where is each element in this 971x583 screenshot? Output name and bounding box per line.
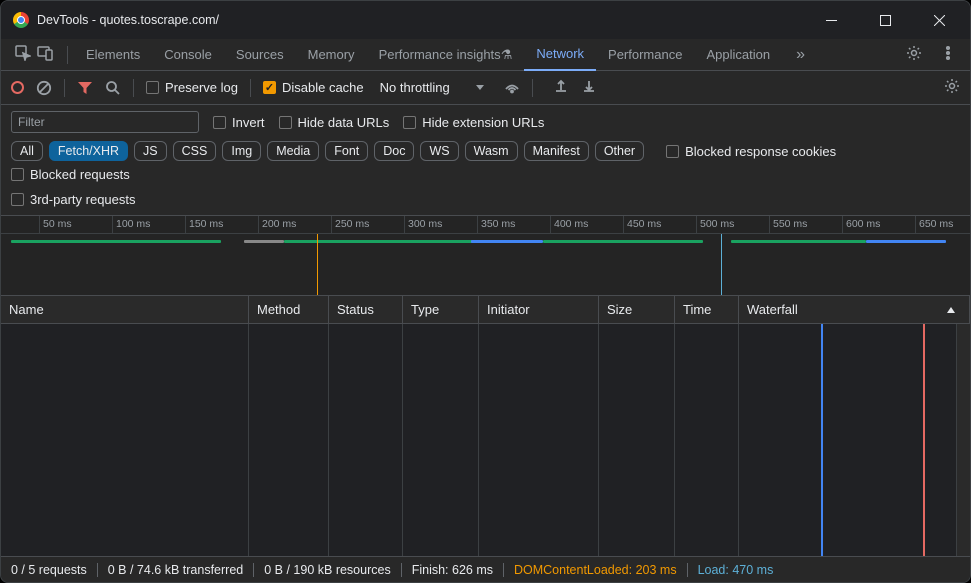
throttling-select[interactable]: No throttling [376, 80, 484, 95]
download-har-icon[interactable] [581, 78, 597, 97]
disable-cache-checkbox[interactable]: Disable cache [263, 80, 364, 95]
column-header-type[interactable]: Type [403, 296, 479, 323]
preserve-log-label: Preserve log [165, 80, 238, 95]
waterfall-load-line [923, 324, 925, 556]
column-header-name[interactable]: Name [1, 296, 249, 323]
timeline-tick: 400 ms [554, 218, 588, 230]
filter-pill-other[interactable]: Other [595, 141, 644, 161]
status-requests: 0 / 5 requests [11, 563, 87, 577]
window-title: DevTools - quotes.toscrape.com/ [37, 13, 800, 27]
requests-grid[interactable] [1, 324, 970, 556]
filter-pill-manifest[interactable]: Manifest [524, 141, 589, 161]
filter-pill-img[interactable]: Img [222, 141, 261, 161]
tab-sources[interactable]: Sources [224, 39, 296, 71]
status-finish: Finish: 626 ms [412, 563, 493, 577]
timeline-tick: 500 ms [700, 218, 734, 230]
dcl-marker [317, 234, 318, 296]
tab-memory[interactable]: Memory [296, 39, 367, 71]
tab-performance[interactable]: Performance [596, 39, 694, 71]
column-header-method[interactable]: Method [249, 296, 329, 323]
network-settings-button[interactable] [944, 78, 960, 97]
tab-network[interactable]: Network [524, 39, 596, 71]
column-header-time[interactable]: Time [675, 296, 739, 323]
tab-application[interactable]: Application [694, 39, 782, 71]
hide-extension-urls-checkbox[interactable]: Hide extension URLs [403, 115, 544, 130]
timeline-tick: 50 ms [43, 218, 72, 230]
filter-bar: Invert Hide data URLs Hide extension URL… [1, 105, 970, 216]
throttling-value: No throttling [380, 80, 450, 95]
kebab-menu-button[interactable] [932, 45, 964, 64]
timeline-tick: 550 ms [773, 218, 807, 230]
tab-elements[interactable]: Elements [74, 39, 152, 71]
column-header-size[interactable]: Size [599, 296, 675, 323]
minimize-button[interactable] [808, 5, 854, 35]
filter-pill-doc[interactable]: Doc [374, 141, 414, 161]
blocked-cookies-checkbox[interactable]: Blocked response cookies [666, 144, 836, 159]
filter-toggle-icon[interactable] [77, 80, 93, 96]
timeline-tick: 450 ms [627, 218, 661, 230]
status-transferred: 0 B / 74.6 kB transferred [108, 563, 244, 577]
filter-pill-media[interactable]: Media [267, 141, 319, 161]
column-header-status[interactable]: Status [329, 296, 403, 323]
disable-cache-label: Disable cache [282, 80, 364, 95]
column-header-waterfall[interactable]: Waterfall [739, 296, 970, 323]
more-tabs-button[interactable]: » [788, 46, 813, 64]
network-toolbar: Preserve log Disable cache No throttling [1, 71, 970, 105]
timeline-tick: 650 ms [919, 218, 953, 230]
clear-button[interactable] [36, 80, 52, 96]
filter-pill-wasm[interactable]: Wasm [465, 141, 518, 161]
column-header-initiator[interactable]: Initiator [479, 296, 599, 323]
settings-button[interactable] [898, 45, 930, 64]
tab-console[interactable]: Console [152, 39, 224, 71]
tab-performance-insights[interactable]: Performance insights ⚗ [367, 39, 525, 71]
upload-har-icon[interactable] [553, 78, 569, 97]
titlebar: DevTools - quotes.toscrape.com/ [1, 1, 970, 39]
inspect-icon[interactable] [15, 45, 31, 64]
hide-data-urls-checkbox[interactable]: Hide data URLs [279, 115, 390, 130]
filter-pill-ws[interactable]: WS [420, 141, 458, 161]
chrome-icon [13, 12, 29, 28]
blocked-requests-checkbox[interactable]: Blocked requests [11, 167, 130, 182]
device-icon[interactable] [37, 45, 53, 64]
filter-pill-css[interactable]: CSS [173, 141, 217, 161]
status-load: Load: 470 ms [698, 563, 774, 577]
status-resources: 0 B / 190 kB resources [264, 563, 390, 577]
filter-pill-all[interactable]: All [11, 141, 43, 161]
status-bar: 0 / 5 requests 0 B / 74.6 kB transferred… [1, 556, 970, 582]
maximize-button[interactable] [862, 5, 908, 35]
third-party-checkbox[interactable]: 3rd-party requests [11, 192, 136, 207]
preserve-log-checkbox[interactable]: Preserve log [146, 80, 238, 95]
filter-pill-fetch-xhr[interactable]: Fetch/XHR [49, 141, 128, 161]
search-button[interactable] [105, 80, 121, 96]
close-button[interactable] [916, 5, 962, 35]
filter-pill-js[interactable]: JS [134, 141, 167, 161]
timeline-tick: 600 ms [846, 218, 880, 230]
devtools-tabbar: ElementsConsoleSourcesMemoryPerformance … [1, 39, 970, 71]
timeline-tick: 300 ms [408, 218, 442, 230]
timeline-overview[interactable]: 50 ms 100 ms 150 ms 200 ms 250 ms 300 ms 350 m… [1, 216, 970, 296]
timeline-tick: 350 ms [481, 218, 515, 230]
timeline-tick: 200 ms [262, 218, 296, 230]
grid-headers[interactable]: NameMethodStatusTypeInitiatorSizeTimeWat… [1, 296, 970, 324]
scrollbar[interactable] [956, 324, 970, 556]
network-conditions-icon[interactable] [504, 78, 520, 97]
status-dcl: DOMContentLoaded: 203 ms [514, 563, 677, 577]
filter-input[interactable] [11, 111, 199, 133]
filter-pill-font[interactable]: Font [325, 141, 368, 161]
record-button[interactable] [11, 81, 24, 94]
timeline-tick: 150 ms [189, 218, 223, 230]
load-marker [721, 234, 722, 296]
waterfall-dcl-line [821, 324, 823, 556]
timeline-tick: 100 ms [116, 218, 150, 230]
timeline-tick: 250 ms [335, 218, 369, 230]
invert-checkbox[interactable]: Invert [213, 115, 265, 130]
